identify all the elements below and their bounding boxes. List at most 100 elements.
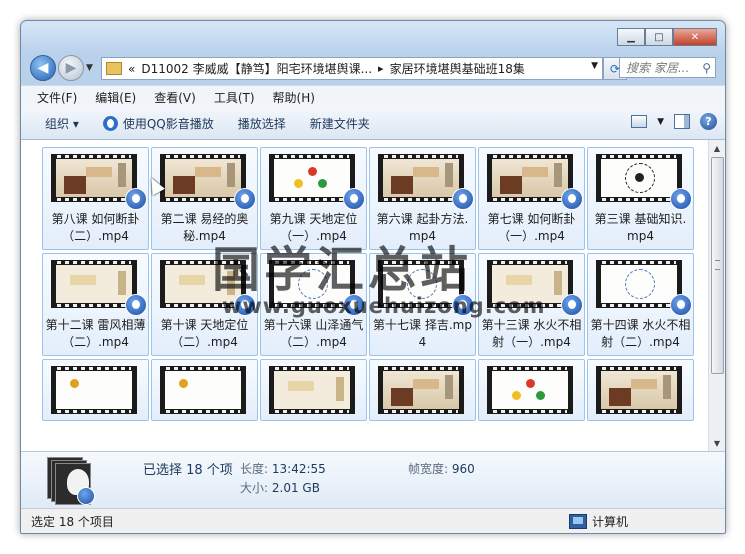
scroll-down-icon[interactable]: ▼ <box>709 435 725 451</box>
qq-player-badge-icon <box>561 188 583 210</box>
file-item[interactable] <box>369 359 476 421</box>
organize-label: 组织 ▾ <box>45 116 79 131</box>
qq-player-badge-icon <box>343 188 365 210</box>
file-item[interactable]: 第十七课 择吉.mp4 <box>369 253 476 356</box>
search-input[interactable]: 搜索 家居... ⚲ <box>619 57 716 78</box>
vertical-scrollbar[interactable]: ▲ ▼ <box>708 140 725 451</box>
file-name[interactable]: 第七课 如何断卦（一）.mp4 <box>481 211 582 245</box>
frame-width-value: 960 <box>451 462 475 476</box>
search-icon[interactable]: ⚲ <box>702 61 711 75</box>
file-name[interactable]: 第三课 基础知识.mp4 <box>590 211 691 245</box>
selected-count: 已选择 18 个项 <box>143 463 233 478</box>
file-item[interactable]: 第七课 如何断卦（一）.mp4 <box>478 147 585 250</box>
file-name[interactable]: 第六课 起卦方法.mp4 <box>372 211 473 245</box>
frame-width-label: 帧宽度: <box>408 462 449 476</box>
play-selection-button[interactable]: 播放选择 <box>238 115 286 132</box>
file-name[interactable]: 第十七课 择吉.mp4 <box>372 317 473 351</box>
file-name[interactable]: 第二课 易经的奥秘.mp4 <box>154 211 255 245</box>
maximize-button[interactable]: □ <box>645 28 673 46</box>
file-item[interactable]: 第三课 基础知识.mp4 <box>587 147 694 250</box>
file-name[interactable]: 第十三课 水火不相射（一）.mp4 <box>481 317 582 351</box>
qq-player-badge-icon <box>343 294 365 316</box>
address-dropdown-icon[interactable]: ▼ <box>591 61 598 71</box>
video-thumbnail <box>596 260 682 308</box>
frame-width-field: 帧宽度: 960 <box>408 460 475 477</box>
view-dropdown-icon[interactable]: ▼ <box>657 117 664 127</box>
computer-icon <box>569 514 587 529</box>
address-bar[interactable]: « D11002 李威威【静笃】阳宅环境堪舆课... ▸ 家居环境堪舆基础班18… <box>101 57 603 80</box>
file-name[interactable]: 第十四课 水火不相射（二）.mp4 <box>590 317 691 351</box>
size-label: 大小: <box>240 481 269 495</box>
file-name[interactable]: 第十六课 山泽通气（二）.mp4 <box>263 317 364 351</box>
file-item[interactable]: 第十三课 水火不相射（一）.mp4 <box>478 253 585 356</box>
file-name[interactable]: 第十课 天地定位（二）.mp4 <box>154 317 255 351</box>
file-item[interactable]: 第十课 天地定位（二）.mp4 <box>151 253 258 356</box>
explorer-window: ▁ □ ✕ ◀ ▶ ▼ « D11002 李威威【静笃】阳宅环境堪舆课... ▸… <box>20 20 726 534</box>
play-with-qq-label: 使用QQ影音播放 <box>122 116 214 131</box>
breadcrumb-current[interactable]: 家居环境堪舆基础班18集 <box>390 60 525 77</box>
qq-player-icon <box>102 115 118 131</box>
play-selection-label: 播放选择 <box>237 116 286 131</box>
play-with-qq-button[interactable]: 使用QQ影音播放 <box>102 115 214 132</box>
file-name[interactable]: 第十二课 雷风相薄（二）.mp4 <box>45 317 146 351</box>
file-name[interactable]: 第九课 天地定位（一）.mp4 <box>263 211 364 245</box>
file-item[interactable] <box>42 359 149 421</box>
menu-edit[interactable]: 编辑(E) <box>95 89 136 106</box>
command-bar: 组织 ▾ 使用QQ影音播放 播放选择 新建文件夹 ▼ ? <box>21 107 725 140</box>
video-thumbnail <box>487 154 573 202</box>
details-pane: 已选择 18 个项 长度: 13:42:55 大小: 2.01 GB 帧宽度: … <box>21 451 725 509</box>
scrollbar-thumb[interactable] <box>711 157 724 374</box>
file-item[interactable]: 第九课 天地定位（一）.mp4 <box>260 147 367 250</box>
caption-buttons: ▁ □ ✕ <box>617 28 717 46</box>
length-value: 13:42:55 <box>271 462 326 476</box>
menu-view[interactable]: 查看(V) <box>154 89 196 106</box>
back-button[interactable]: ◀ <box>30 55 56 81</box>
qq-player-badge-icon <box>452 294 474 316</box>
file-item[interactable]: 第十六课 山泽通气（二）.mp4 <box>260 253 367 356</box>
toolbar-right: ▼ ? <box>631 113 717 130</box>
video-thumbnail <box>51 366 137 414</box>
scroll-up-icon[interactable]: ▲ <box>709 140 725 156</box>
menu-bar: 文件(F) 编辑(E) 查看(V) 工具(T) 帮助(H) <box>21 85 725 108</box>
file-item[interactable] <box>260 359 367 421</box>
video-thumbnail <box>269 366 355 414</box>
menu-file[interactable]: 文件(F) <box>37 89 77 106</box>
video-thumbnail <box>269 154 355 202</box>
preview-pane-icon[interactable] <box>674 114 690 129</box>
video-thumbnail <box>487 260 573 308</box>
size-value: 2.01 GB <box>271 481 320 495</box>
breadcrumb-separator[interactable]: ▸ <box>378 62 384 75</box>
close-button[interactable]: ✕ <box>673 28 717 46</box>
overflow-chevron[interactable]: « <box>128 62 135 76</box>
qq-player-badge-icon <box>670 294 692 316</box>
file-list[interactable]: 第八课 如何断卦（二）.mp4 第二课 易经的奥秘.mp4 第九课 天地定位（一）.… <box>21 140 709 451</box>
qq-player-badge-icon <box>234 294 256 316</box>
file-name[interactable]: 第八课 如何断卦（二）.mp4 <box>45 211 146 245</box>
file-item[interactable] <box>587 359 694 421</box>
video-thumbnail <box>51 260 137 308</box>
breadcrumb-parent[interactable]: D11002 李威威【静笃】阳宅环境堪舆课... <box>141 60 372 77</box>
file-item[interactable]: 第十二课 雷风相薄（二）.mp4 <box>42 253 149 356</box>
video-thumbnail <box>51 154 137 202</box>
file-item[interactable]: 第二课 易经的奥秘.mp4 <box>151 147 258 250</box>
search-placeholder: 搜索 家居... <box>626 61 690 75</box>
new-folder-button[interactable]: 新建文件夹 <box>310 115 370 132</box>
video-thumbnail <box>596 366 682 414</box>
file-item[interactable]: 第八课 如何断卦（二）.mp4 <box>42 147 149 250</box>
forward-button[interactable]: ▶ <box>58 55 84 81</box>
file-item[interactable] <box>151 359 258 421</box>
change-view-icon[interactable] <box>631 115 648 128</box>
recent-pages-dropdown[interactable]: ▼ <box>86 63 93 73</box>
minimize-button[interactable]: ▁ <box>617 28 645 46</box>
menu-tools[interactable]: 工具(T) <box>214 89 255 106</box>
menu-help[interactable]: 帮助(H) <box>273 89 315 106</box>
address-row: ◀ ▶ ▼ « D11002 李威威【静笃】阳宅环境堪舆课... ▸ 家居环境堪… <box>21 51 725 85</box>
file-item[interactable]: 第六课 起卦方法.mp4 <box>369 147 476 250</box>
organize-button[interactable]: 组织 ▾ <box>45 115 79 132</box>
file-item[interactable]: 第十四课 水火不相射（二）.mp4 <box>587 253 694 356</box>
help-icon[interactable]: ? <box>700 113 717 130</box>
title-bar[interactable]: ▁ □ ✕ <box>21 21 725 51</box>
video-thumbnail <box>160 154 246 202</box>
file-item[interactable] <box>478 359 585 421</box>
selection-thumbnail <box>47 457 95 505</box>
